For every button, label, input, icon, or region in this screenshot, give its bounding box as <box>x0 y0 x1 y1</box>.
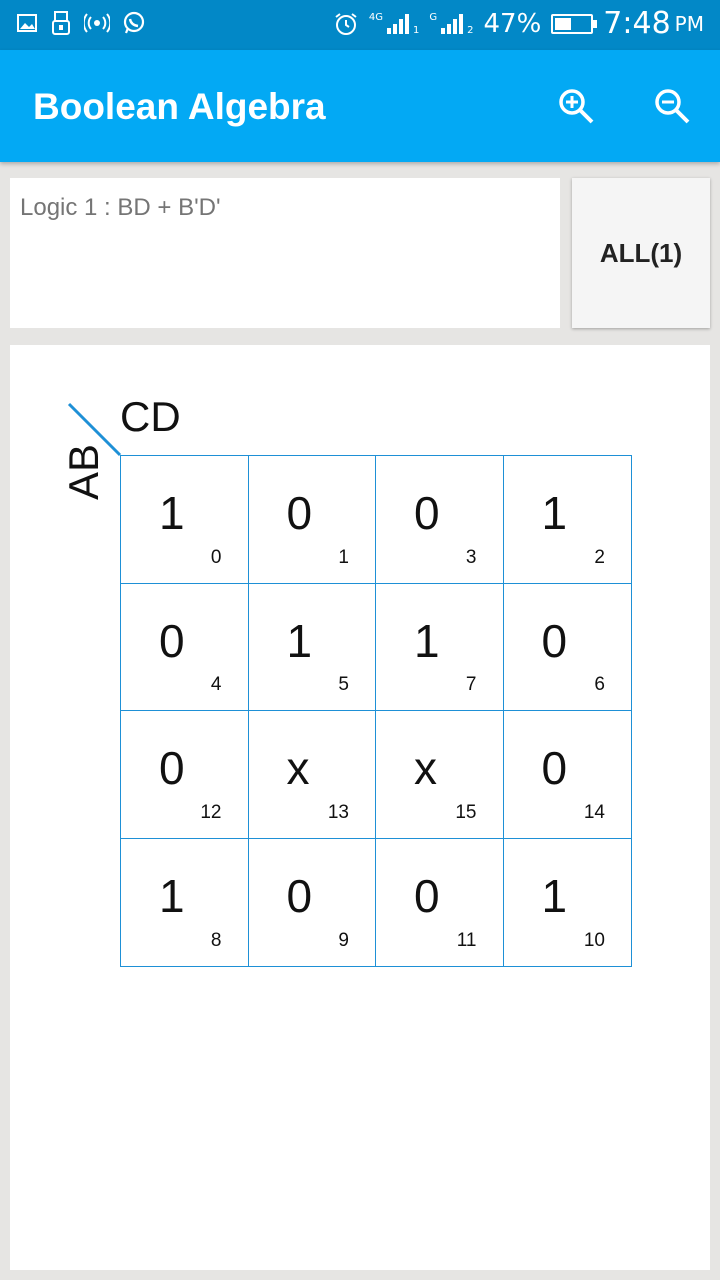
battery-icon <box>551 13 598 34</box>
battery-percent: 47% <box>483 8 542 39</box>
kmap-cell-value: 0 <box>159 742 185 794</box>
kmap-panel: CD AB 1 0 0 1 0 3 1 2 0 4 1 5 1 7 0 6 0 12 x 13 x 15 0 14 1 8 0 9 0 1… <box>10 345 710 1270</box>
sim-2-label: 2 <box>467 24 474 36</box>
kmap-cell-value: 1 <box>541 487 568 539</box>
app-bar: Boolean Algebra <box>0 50 720 162</box>
clock-ampm: PM <box>674 11 704 36</box>
kmap-cell[interactable]: 0 14 <box>503 711 631 839</box>
network-type-2: G <box>429 11 438 23</box>
kmap-cell-index: 1 <box>338 546 349 568</box>
kmap-cell[interactable]: 15 <box>248 583 376 711</box>
kmap-cell[interactable]: 03 <box>376 456 504 584</box>
kmap-cell-value: x <box>414 742 437 794</box>
kmap-cell-value: 0 <box>159 614 185 667</box>
sim-1-label: 1 <box>413 24 420 36</box>
kmap-cell-index: 0 <box>210 546 222 568</box>
kmap-cell[interactable]: x 13 <box>248 711 376 839</box>
row-variables-label: AB <box>60 443 107 500</box>
kmap-cell-value: 0 <box>541 742 568 794</box>
zoom-in-icon <box>559 89 594 124</box>
kmap-cell[interactable]: 04 <box>121 583 249 711</box>
kmap-cell[interactable]: 10 <box>121 456 249 584</box>
kmap-cell[interactable]: 18 <box>121 838 249 966</box>
kmap-cell-index: 9 <box>338 930 349 951</box>
kmap-grid: 1 0 0 1 0 3 1 2 0 4 1 5 1 7 0 6 0 12 x 13 x 15 0 14 1 8 0 9 0 11 1 10 <box>120 455 632 967</box>
status-bar: 4G 1 G 2 47% 7:48 PM <box>0 0 720 50</box>
kmap-cell-index: 8 <box>210 930 222 951</box>
column-variables-label: CD <box>120 393 181 440</box>
signal-4g-icon: 4G 1 <box>369 12 420 36</box>
kmap-cell[interactable]: 0 12 <box>121 711 249 839</box>
kmap-cell-index: 5 <box>338 674 349 695</box>
whatsapp-icon <box>123 11 145 34</box>
kmap-cell-value: 0 <box>286 487 313 539</box>
kmap-cell-value: 1 <box>159 487 185 539</box>
clock: 7:48 <box>603 6 671 41</box>
kmap-cell-index: 12 <box>200 801 222 823</box>
kmap-cell-value: 0 <box>286 869 313 922</box>
kmap-cell-index: 13 <box>327 801 349 823</box>
kmap-cell-value: 1 <box>541 869 568 922</box>
all-button[interactable]: ALL(1) <box>572 178 710 328</box>
app-title: Boolean Algebra <box>33 86 326 127</box>
image-icon <box>17 14 37 32</box>
kmap-cell[interactable]: 12 <box>503 456 631 584</box>
system-icons: 4G 1 G 2 47% 7:48 PM <box>333 6 704 41</box>
kmap-cell-index: 11 <box>456 930 477 951</box>
alarm-icon <box>335 12 357 35</box>
zoom-in-button[interactable] <box>556 86 596 126</box>
kmap-cell-value: 0 <box>414 869 440 922</box>
kmap-cell-index: 15 <box>455 801 477 823</box>
network-type-1: 4G <box>368 11 383 23</box>
kmap-cell[interactable]: 1 10 <box>504 839 632 967</box>
kmap-cell-index: 4 <box>210 674 222 695</box>
kmap-cell-value: x <box>286 742 310 794</box>
kmap-cell-value: 1 <box>286 614 313 667</box>
kmap-cell[interactable]: 06 <box>503 584 631 711</box>
kmap-cell-index: 3 <box>465 546 477 568</box>
kmap-cell-value: 0 <box>414 487 440 539</box>
kmap-cell-index: 2 <box>594 546 605 568</box>
kmap-cell-value: 1 <box>159 869 185 922</box>
zoom-out-button[interactable] <box>652 86 692 126</box>
signal-g-icon: G 2 <box>429 12 473 36</box>
kmap-cell[interactable]: 01 <box>248 456 376 584</box>
kmap-cell-index: 14 <box>583 801 605 823</box>
kmap-cell[interactable]: x 15 <box>376 711 504 839</box>
notification-icons <box>16 10 146 36</box>
kmap-cell[interactable]: 17 <box>376 583 504 711</box>
kmap-cell-index: 6 <box>594 674 605 695</box>
kmap-cell-index: 10 <box>583 930 605 951</box>
expression-text: Logic 1 : BD + B'D' <box>20 194 221 221</box>
kmap-cell-value: 1 <box>414 614 440 667</box>
zoom-out-icon <box>655 89 690 124</box>
expression-box: Logic 1 : BD + B'D' <box>10 178 560 328</box>
kmap-cell[interactable]: 09 <box>249 838 376 966</box>
kmap-cell-value: 0 <box>541 614 568 667</box>
hotspot-icon <box>84 13 110 33</box>
usb-icon <box>52 11 70 35</box>
kmap-cell-index: 7 <box>465 674 477 695</box>
kmap-cell[interactable]: 0 11 <box>376 838 504 966</box>
